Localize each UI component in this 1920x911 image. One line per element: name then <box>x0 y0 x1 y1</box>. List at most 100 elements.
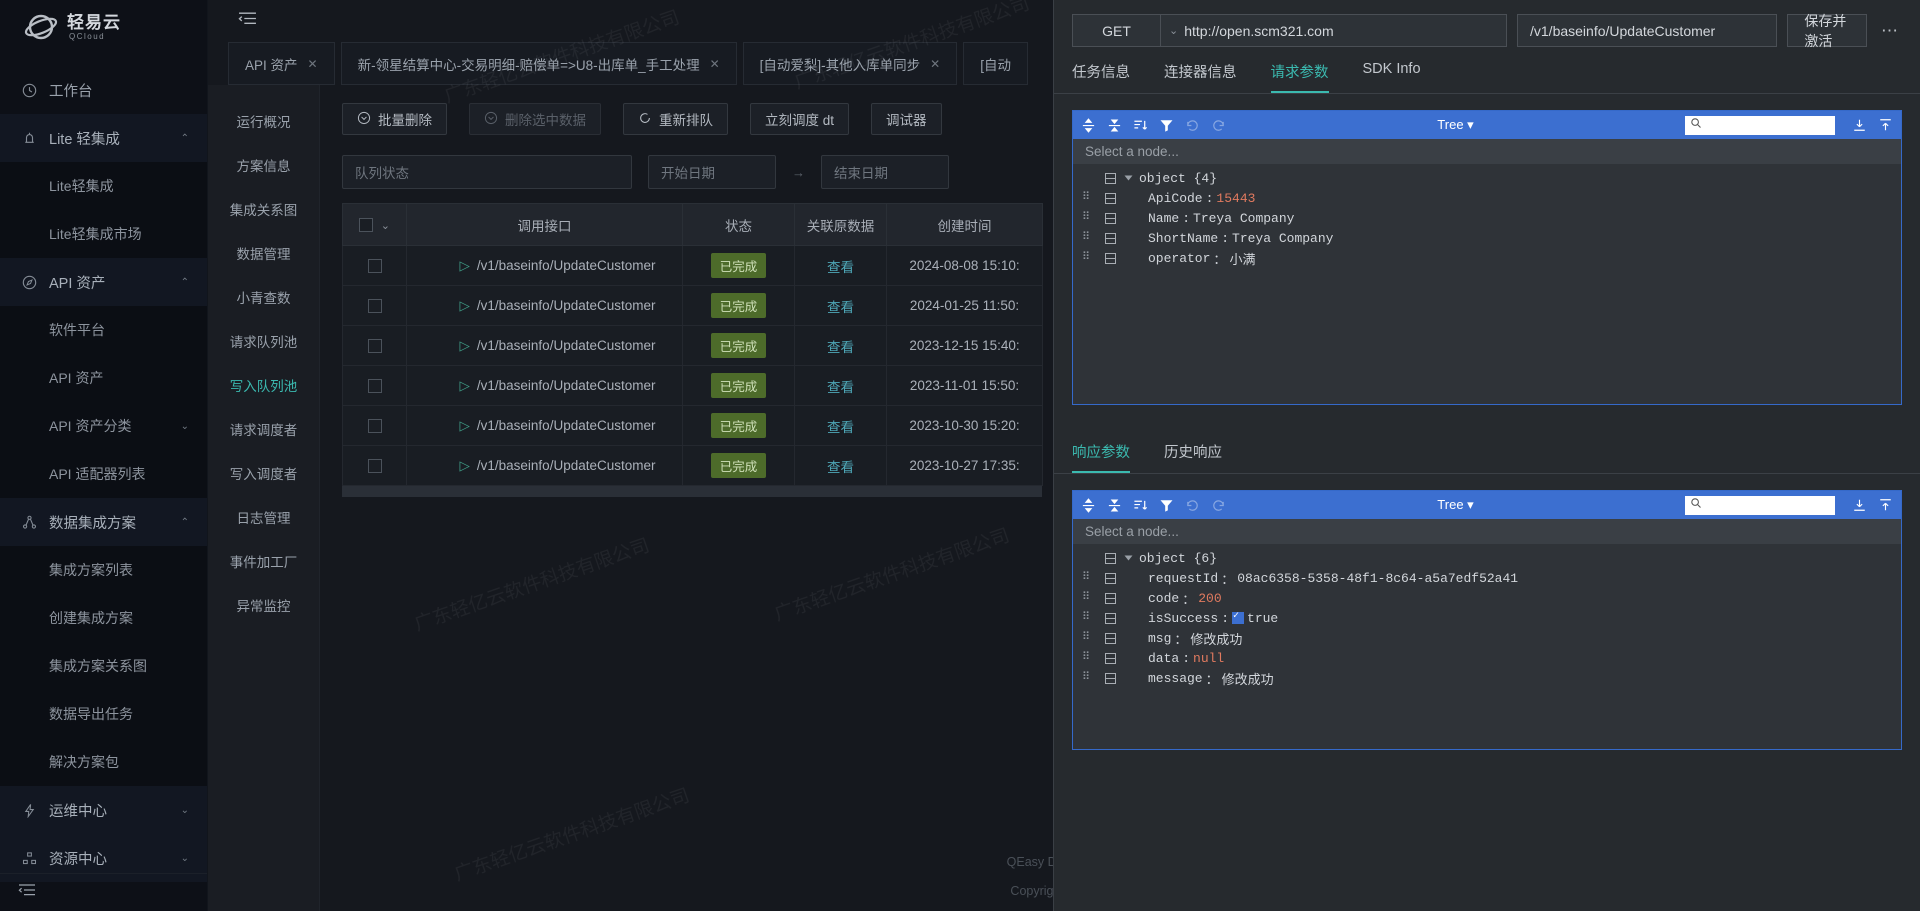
tab-auto-airui[interactable]: [自动爱梨]-其他入库单同步 ✕ <box>742 42 958 85</box>
row-checkbox[interactable] <box>367 299 382 314</box>
queue-status-input[interactable]: 队列状态 <box>342 155 632 189</box>
table-row[interactable]: ▷ /v1/baseinfo/UpdateCustomer 已完成 查看 2023… <box>342 325 1043 366</box>
filter-icon[interactable] <box>1159 118 1174 133</box>
drag-handle-icon[interactable]: ⠿ <box>1082 253 1098 264</box>
table-row[interactable]: ▷ /v1/baseinfo/UpdateCustomer 已完成 查看 2023… <box>342 365 1043 406</box>
save-activate-button[interactable]: 保存并激活 <box>1787 13 1867 49</box>
row-related-cell[interactable]: 查看 <box>794 445 887 486</box>
row-api-cell[interactable]: ▷ /v1/baseinfo/UpdateCustomer <box>406 445 683 486</box>
json-node-row[interactable]: ⠿ data : null <box>1073 648 1901 668</box>
sidebar-subitem-api-assets[interactable]: API 资产 <box>0 354 207 402</box>
json-node-row[interactable]: ⠿ message ： 修改成功 <box>1073 668 1901 688</box>
json-value[interactable]: 修改成功 <box>1190 629 1242 648</box>
subnav-item-exception-monitor[interactable]: 异常监控 <box>208 583 319 627</box>
filter-icon[interactable] <box>1159 498 1174 513</box>
json-value[interactable]: 修改成功 <box>1222 669 1274 688</box>
sort-icon[interactable] <box>1133 118 1148 133</box>
node-menu-icon[interactable] <box>1105 652 1116 664</box>
schedule-now-button[interactable]: 立刻调度 dt <box>750 103 850 135</box>
json-node-row[interactable]: ⠿ code ： 200 <box>1073 588 1901 608</box>
json-value[interactable]: Treya Company <box>1232 231 1333 246</box>
sidebar-subitem-create-solution[interactable]: 创建集成方案 <box>0 594 207 642</box>
view-link[interactable]: 查看 <box>827 380 854 395</box>
json-value[interactable]: Treya Company <box>1193 211 1294 226</box>
subnav-item-solution-info[interactable]: 方案信息 <box>208 143 319 187</box>
search-next-icon[interactable] <box>1852 498 1867 512</box>
row-checkbox[interactable] <box>367 459 382 474</box>
subnav-item-query-data[interactable]: 小青查数 <box>208 275 319 319</box>
sidebar-subitem-api-category[interactable]: API 资产分类 ⌄ <box>0 402 207 450</box>
sidebar-toggle-icon[interactable] <box>238 10 257 32</box>
row-select-cell[interactable] <box>342 285 407 326</box>
expand-all-icon[interactable] <box>1081 117 1096 133</box>
collapse-all-icon[interactable] <box>1107 498 1122 513</box>
subnav-item-event-factory[interactable]: 事件加工厂 <box>208 539 319 583</box>
json-value[interactable]: null <box>1193 651 1224 666</box>
drag-handle-icon[interactable]: ⠿ <box>1082 233 1098 244</box>
sidebar-subitem-solution-package[interactable]: 解决方案包 <box>0 738 207 786</box>
node-menu-icon[interactable] <box>1105 212 1116 224</box>
json-node-row[interactable]: ⠿ operator ： 小满 <box>1073 248 1901 268</box>
view-link[interactable]: 查看 <box>827 460 854 475</box>
row-api-cell[interactable]: ▷ /v1/baseinfo/UpdateCustomer <box>406 325 683 366</box>
sidebar-item-lite-integration[interactable]: Lite 轻集成 ⌃ <box>0 114 207 162</box>
tab-response-params[interactable]: 响应参数 <box>1072 441 1130 473</box>
row-checkbox[interactable] <box>367 379 382 394</box>
json-node-row[interactable]: ⠿ ShortName : Treya Company <box>1073 228 1901 248</box>
http-method-select[interactable]: GET <box>1073 15 1161 46</box>
tab-sdk-info[interactable]: SDK Info <box>1363 61 1421 93</box>
close-icon[interactable]: ✕ <box>308 57 318 71</box>
sidebar-collapse-button[interactable] <box>0 873 207 911</box>
tab-connector-info[interactable]: 连接器信息 <box>1164 61 1237 93</box>
play-icon[interactable]: ▷ <box>460 458 470 473</box>
subnav-item-log-management[interactable]: 日志管理 <box>208 495 319 539</box>
drag-handle-icon[interactable]: ⠿ <box>1082 633 1098 644</box>
search-prev-icon[interactable] <box>1878 498 1893 512</box>
row-select-cell[interactable] <box>342 405 407 446</box>
json-node-row[interactable]: ⠿ isSuccess : true <box>1073 608 1901 628</box>
row-checkbox[interactable] <box>367 339 382 354</box>
row-related-cell[interactable]: 查看 <box>794 405 887 446</box>
view-link[interactable]: 查看 <box>827 260 854 275</box>
json-node-row[interactable]: ⠿ msg ： 修改成功 <box>1073 628 1901 648</box>
collapse-all-icon[interactable] <box>1107 118 1122 133</box>
start-date-input[interactable]: 开始日期 <box>648 155 776 189</box>
json-node-row[interactable]: ⠿ Name : Treya Company <box>1073 208 1901 228</box>
view-link[interactable]: 查看 <box>827 300 854 315</box>
drag-handle-icon[interactable]: ⠿ <box>1082 573 1098 584</box>
brand-logo[interactable]: 轻易云 QCloud <box>0 0 207 54</box>
tab-api-assets[interactable]: API 资产 ✕ <box>228 42 335 85</box>
json-value[interactable]: true <box>1247 611 1278 626</box>
table-row[interactable]: ▷ /v1/baseinfo/UpdateCustomer 已完成 查看 2023… <box>342 445 1043 486</box>
json-root-row[interactable]: ⠿ object {4} <box>1073 168 1901 188</box>
row-api-cell[interactable]: ▷ /v1/baseinfo/UpdateCustomer <box>406 405 683 446</box>
sidebar-subitem-api-adapter-list[interactable]: API 适配器列表 <box>0 450 207 498</box>
node-menu-icon[interactable] <box>1105 172 1116 184</box>
subnav-item-relation-diagram[interactable]: 集成关系图 <box>208 187 319 231</box>
sidebar-subitem-export-task[interactable]: 数据导出任务 <box>0 690 207 738</box>
search-next-icon[interactable] <box>1852 118 1867 132</box>
tab-response-history[interactable]: 历史响应 <box>1164 441 1222 473</box>
more-options-icon[interactable]: ⋯ <box>1877 21 1902 41</box>
path-input[interactable]: /v1/baseinfo/UpdateCustomer <box>1517 14 1778 47</box>
subnav-item-data-management[interactable]: 数据管理 <box>208 231 319 275</box>
response-search-input[interactable] <box>1685 495 1835 515</box>
node-menu-icon[interactable] <box>1105 252 1116 264</box>
subnav-item-request-queue[interactable]: 请求队列池 <box>208 319 319 363</box>
sidebar-item-api-assets[interactable]: API 资产 ⌃ <box>0 258 207 306</box>
expand-all-icon[interactable] <box>1081 497 1096 513</box>
undo-icon[interactable] <box>1185 498 1200 513</box>
response-select-node[interactable]: Select a node... <box>1073 519 1901 544</box>
sidebar-subitem-software-platform[interactable]: 软件平台 <box>0 306 207 354</box>
play-icon[interactable]: ▷ <box>460 258 470 273</box>
json-value[interactable]: 小满 <box>1229 249 1255 268</box>
table-row[interactable]: ▷ /v1/baseinfo/UpdateCustomer 已完成 查看 2023… <box>342 405 1043 446</box>
debugger-button[interactable]: 调试器 <box>871 103 942 135</box>
node-menu-icon[interactable] <box>1105 672 1116 684</box>
tab-auto-partial[interactable]: [自动 <box>963 42 1028 85</box>
editor-mode-selector[interactable]: Tree ▾ <box>1437 117 1473 133</box>
row-api-cell[interactable]: ▷ /v1/baseinfo/UpdateCustomer <box>406 245 683 286</box>
tab-request-params[interactable]: 请求参数 <box>1270 61 1329 93</box>
drag-handle-icon[interactable]: ⠿ <box>1082 193 1098 204</box>
json-value[interactable]: 200 <box>1198 591 1221 606</box>
